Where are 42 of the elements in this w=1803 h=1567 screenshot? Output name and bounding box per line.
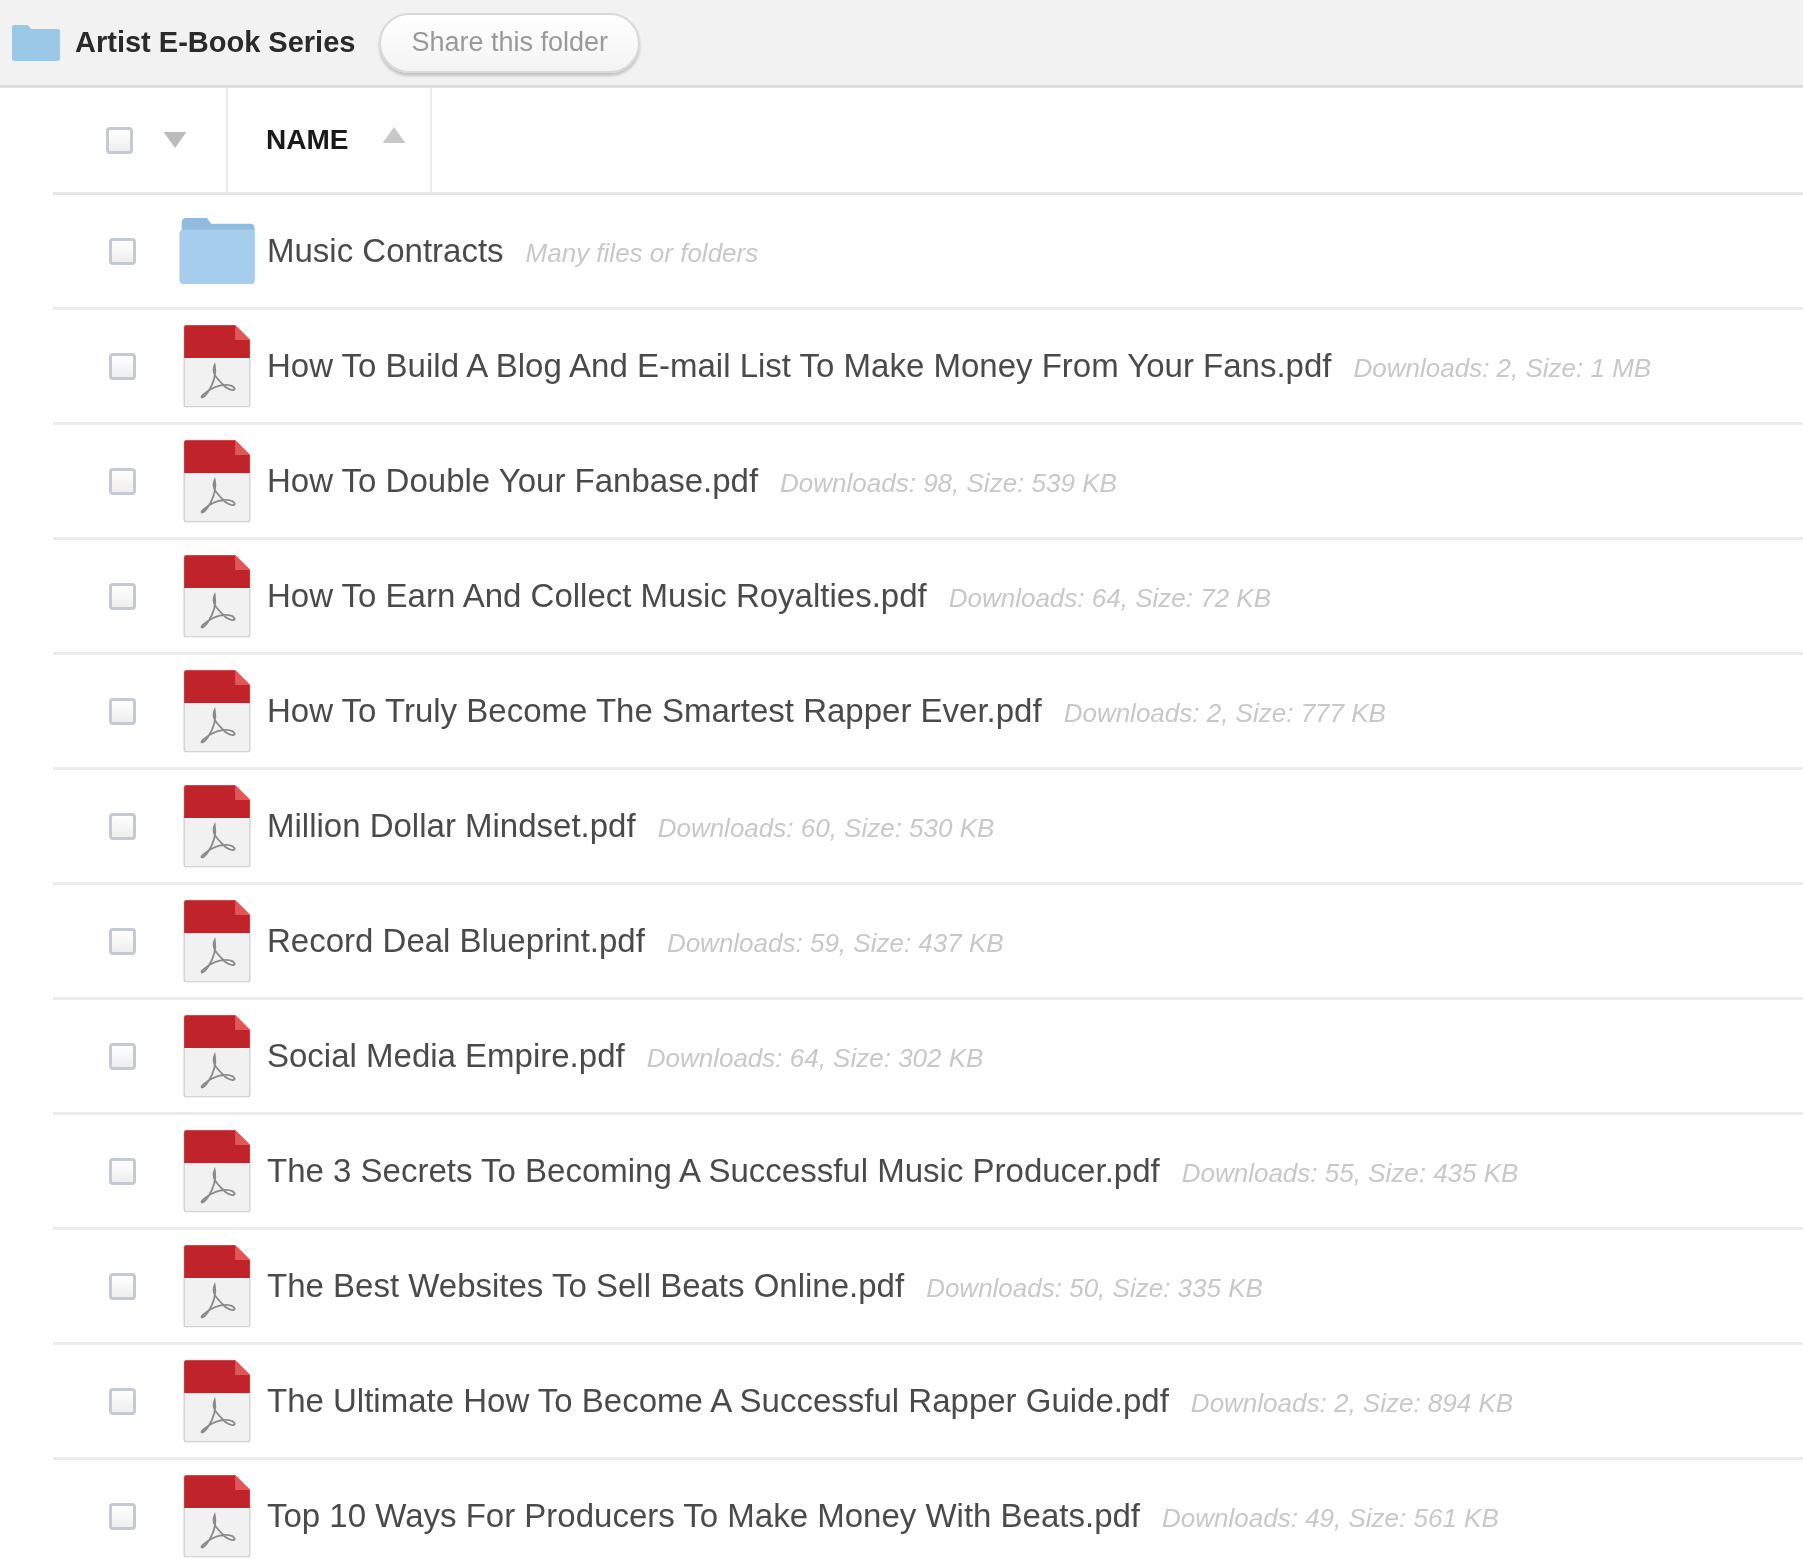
folder-icon: [179, 218, 255, 284]
file-name[interactable]: The Best Websites To Sell Beats Online.pdf: [267, 1267, 905, 1305]
pdf-file-icon: [183, 1129, 251, 1213]
file-name[interactable]: The 3 Secrets To Becoming A Successful Music Producer.pdf: [267, 1152, 1160, 1190]
pdf-file-icon: [183, 554, 251, 638]
file-name[interactable]: The Ultimate How To Become A Successful Rapper Guide.pdf: [267, 1382, 1169, 1420]
file-name[interactable]: How To Build A Blog And E-mail List To Make Money From Your Fans.pdf: [267, 347, 1332, 385]
row-checkbox[interactable]: [109, 1042, 136, 1070]
file-name[interactable]: Social Media Empire.pdf: [267, 1037, 625, 1075]
file-name[interactable]: Top 10 Ways For Producers To Make Money With Beats.pdf: [267, 1497, 1141, 1535]
pdf-file-icon: [183, 1014, 251, 1098]
file-name[interactable]: Million Dollar Mindset.pdf: [267, 807, 636, 845]
file-name[interactable]: Music Contracts: [267, 232, 504, 270]
column-header[interactable]: NAME: [228, 88, 432, 192]
pdf-file-icon: [183, 1474, 251, 1558]
row-checkbox[interactable]: [109, 467, 136, 495]
pdf-file-icon: [183, 784, 251, 868]
pdf-file-icon: [183, 439, 251, 523]
row-checkbox[interactable]: [109, 927, 136, 955]
select-all-checkbox[interactable]: [106, 126, 133, 154]
pdf-file-icon: [183, 324, 251, 408]
caret-icon[interactable]: [163, 132, 187, 148]
pdf-file-icon: [183, 669, 251, 753]
row-checkbox[interactable]: [109, 1272, 136, 1300]
row-checkbox[interactable]: [109, 1502, 136, 1530]
file-name[interactable]: How To Truly Become The Smartest Rapper Ever.pdf: [267, 692, 1042, 730]
pdf-file-icon: [183, 899, 251, 983]
folder-title: Artist E-Book Series: [75, 26, 356, 59]
file-name[interactable]: Record Deal Blueprint.pdf: [267, 922, 645, 960]
pdf-file-icon: [183, 1359, 251, 1443]
file-name[interactable]: How To Earn And Collect Music Royalties.pdf: [267, 577, 927, 615]
file-name[interactable]: How To Double Your Fanbase.pdf: [267, 462, 759, 500]
row-checkbox[interactable]: [109, 1387, 136, 1415]
pdf-file-icon: [183, 1244, 251, 1328]
row-checkbox[interactable]: [109, 697, 136, 725]
row-checkbox[interactable]: [109, 237, 136, 265]
folder-icon: [12, 24, 60, 61]
sort-arrow-icon: [382, 127, 407, 143]
row-checkbox[interactable]: [109, 1157, 136, 1185]
row-checkbox[interactable]: [109, 352, 136, 380]
row-checkbox[interactable]: [109, 812, 136, 840]
row-checkbox[interactable]: [109, 582, 136, 610]
